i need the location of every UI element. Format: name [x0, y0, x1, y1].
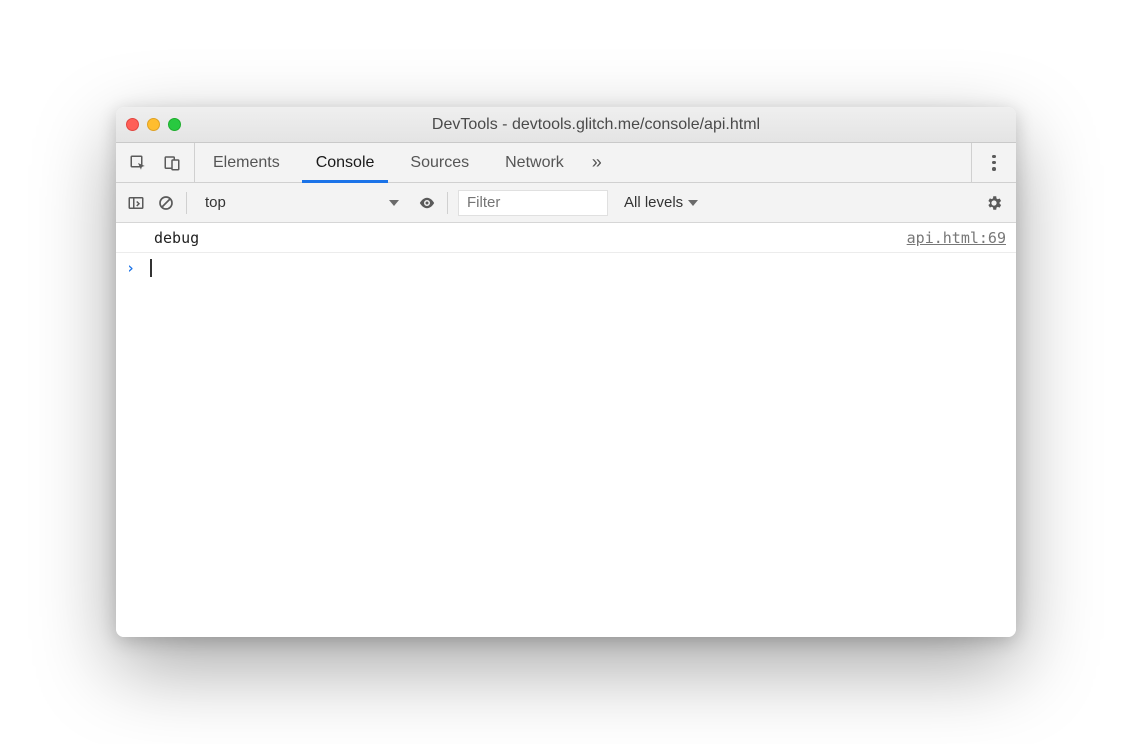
- console-prompt-row[interactable]: ›: [116, 253, 1016, 283]
- minimize-window-button[interactable]: [147, 118, 160, 131]
- inspect-element-icon[interactable]: [128, 153, 148, 173]
- toolbar-separator: [186, 192, 187, 214]
- console-log-message: debug: [154, 229, 907, 247]
- window-title: DevTools - devtools.glitch.me/console/ap…: [186, 116, 1006, 134]
- chevron-down-icon: [389, 200, 399, 206]
- log-levels-label: All levels: [624, 194, 683, 211]
- clear-console-icon[interactable]: [156, 193, 176, 213]
- log-levels-dropdown[interactable]: All levels: [618, 194, 704, 211]
- console-sidebar-toggle-icon[interactable]: [126, 193, 146, 213]
- execution-context-label: top: [205, 194, 226, 211]
- chevron-double-right-icon: »: [592, 152, 602, 173]
- chevron-down-icon: [688, 200, 698, 206]
- tab-console[interactable]: Console: [298, 143, 393, 182]
- filter-input[interactable]: [458, 190, 608, 216]
- tab-network[interactable]: Network: [487, 143, 582, 182]
- devtools-window: DevTools - devtools.glitch.me/console/ap…: [116, 107, 1016, 637]
- tab-sources[interactable]: Sources: [392, 143, 487, 182]
- traffic-lights: [126, 118, 181, 131]
- execution-context-dropdown[interactable]: top: [197, 190, 407, 216]
- maximize-window-button[interactable]: [168, 118, 181, 131]
- prompt-chevron-icon: ›: [126, 259, 146, 277]
- console-log-source-link[interactable]: api.html:69: [907, 229, 1006, 247]
- console-toolbar: top All levels: [116, 183, 1016, 223]
- live-expression-icon[interactable]: [417, 193, 437, 213]
- close-window-button[interactable]: [126, 118, 139, 131]
- settings-menu[interactable]: [971, 143, 1016, 182]
- panel-tabs-bar: Elements Console Sources Network »: [116, 143, 1016, 183]
- titlebar: DevTools - devtools.glitch.me/console/ap…: [116, 107, 1016, 143]
- panel-tabs: Elements Console Sources Network: [195, 143, 582, 182]
- kebab-menu-icon: [986, 154, 1002, 172]
- console-output: debug api.html:69 ›: [116, 223, 1016, 637]
- prompt-cursor: [150, 259, 152, 277]
- device-toggle-icon[interactable]: [162, 153, 182, 173]
- tab-elements[interactable]: Elements: [195, 143, 298, 182]
- console-settings-icon[interactable]: [982, 191, 1006, 215]
- toolbar-separator: [447, 192, 448, 214]
- console-log-row: debug api.html:69: [116, 223, 1016, 253]
- left-tool-icons: [116, 143, 195, 182]
- tabs-overflow-button[interactable]: »: [582, 143, 612, 182]
